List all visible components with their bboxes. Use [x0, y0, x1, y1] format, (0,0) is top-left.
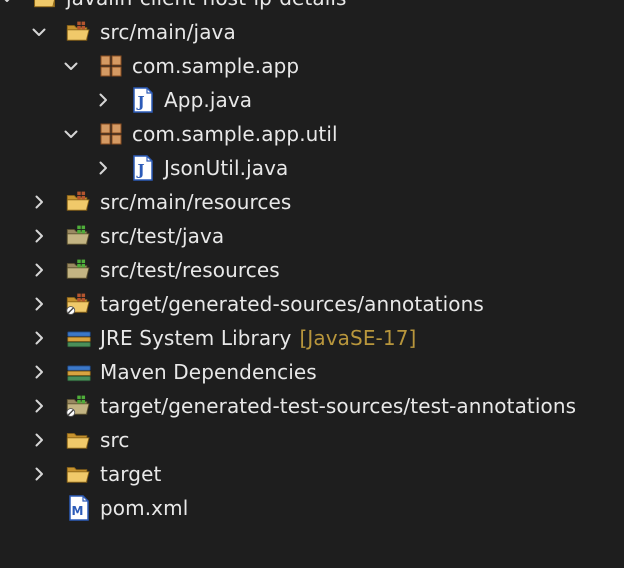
chevron-right-icon[interactable]: [94, 91, 112, 109]
test-source-folder-icon: [66, 258, 92, 282]
chevron-right-icon[interactable]: [30, 363, 48, 381]
java-file-icon: J: [130, 87, 156, 113]
folder-icon: [66, 462, 92, 486]
chevron-right-icon[interactable]: [30, 465, 48, 483]
package-icon: [98, 54, 124, 78]
chevron-right-icon[interactable]: [30, 329, 48, 347]
java-file-icon: J: [130, 155, 156, 181]
tree-item-label: target/generated-sources/annotations: [100, 287, 484, 321]
tree-item-text: src/main/resources: [100, 190, 292, 214]
tree-item-label: JRE System Library [JavaSE-17]: [100, 321, 416, 355]
library-icon: [66, 360, 92, 384]
chevron-right-icon[interactable]: [30, 193, 48, 211]
tree-item-app-java[interactable]: J App.java: [0, 83, 624, 117]
tree-item-text: src/test/java: [100, 224, 225, 248]
tree-item-text: target/generated-test-sources/test-annot…: [100, 394, 577, 418]
tree-item-text: javalin-client-host-ip-details: [66, 0, 347, 10]
tree-item-src-main-resources[interactable]: src/main/resources: [0, 185, 624, 219]
tree-item-label: src: [100, 423, 130, 457]
tree-item-text: target: [100, 462, 162, 486]
package-icon: [98, 122, 124, 146]
chevron-right-icon[interactable]: [30, 397, 48, 415]
generated-source-folder-icon: [66, 292, 92, 316]
source-folder-icon: [66, 20, 92, 44]
source-folder-icon: [66, 190, 92, 214]
tree-item-target[interactable]: target: [0, 457, 624, 491]
svg-text:J: J: [136, 161, 145, 179]
tree-item-label: pom.xml: [100, 491, 188, 525]
tree-item-text: JsonUtil.java: [164, 156, 289, 180]
test-source-folder-icon: [66, 224, 92, 248]
tree-item-gen-test-sources[interactable]: target/generated-test-sources/test-annot…: [0, 389, 624, 423]
folder-icon: [66, 428, 92, 452]
tree-item-label: src/main/java: [100, 15, 236, 49]
chevron-right-icon[interactable]: [30, 431, 48, 449]
tree-item-label: Maven Dependencies: [100, 355, 317, 389]
tree-item-project[interactable]: MJ javalin-client-host-ip-details: [0, 0, 624, 15]
tree-item-pkg-util[interactable]: com.sample.app.util: [0, 117, 624, 151]
tree-item-maven-deps[interactable]: Maven Dependencies: [0, 355, 624, 389]
tree-item-jre[interactable]: JRE System Library [JavaSE-17]: [0, 321, 624, 355]
tree-item-decoration: [JavaSE-17]: [299, 326, 417, 350]
tree-item-label: target: [100, 457, 161, 491]
svg-text:M: M: [72, 504, 84, 518]
tree-item-label: src/test/resources: [100, 253, 280, 287]
tree-item-pkg-app[interactable]: com.sample.app: [0, 49, 624, 83]
chevron-down-icon[interactable]: [62, 125, 80, 143]
tree-item-text: com.sample.app: [132, 54, 300, 78]
tree-item-label: com.sample.app: [132, 49, 299, 83]
tree-item-text: src/main/java: [100, 20, 236, 44]
tree-item-text: src/test/resources: [100, 258, 280, 282]
maven-project-icon: MJ: [32, 0, 58, 10]
tree-item-label: target/generated-test-sources/test-annot…: [100, 389, 576, 423]
tree-item-src-test-java[interactable]: src/test/java: [0, 219, 624, 253]
tree-item-label: src/main/resources: [100, 185, 291, 219]
tree-item-label: App.java: [164, 83, 252, 117]
tree-item-label: src/test/java: [100, 219, 224, 253]
chevron-right-icon[interactable]: [30, 227, 48, 245]
tree-item-src-main-java[interactable]: src/main/java: [0, 15, 624, 49]
tree-item-src[interactable]: src: [0, 423, 624, 457]
chevron-right-icon[interactable]: [30, 261, 48, 279]
tree-item-gen-sources[interactable]: target/generated-sources/annotations: [0, 287, 624, 321]
tree-item-text: pom.xml: [100, 496, 189, 520]
tree-item-label: javalin-client-host-ip-details: [66, 0, 347, 15]
chevron-down-icon[interactable]: [62, 57, 80, 75]
svg-text:J: J: [136, 93, 145, 111]
chevron-right-icon[interactable]: [30, 295, 48, 313]
project-explorer-tree: MJjavalin-client-host-ip-detailssrc/main…: [0, 0, 624, 525]
tree-item-label: JsonUtil.java: [164, 151, 288, 185]
tree-item-pom[interactable]: Mpom.xml: [0, 491, 624, 525]
chevron-down-icon[interactable]: [0, 0, 16, 7]
tree-item-text: App.java: [164, 88, 253, 112]
library-icon: [66, 326, 92, 350]
tree-item-text: target/generated-sources/annotations: [100, 292, 484, 316]
chevron-down-icon[interactable]: [30, 23, 48, 41]
chevron-right-icon[interactable]: [94, 159, 112, 177]
tree-item-text: com.sample.app.util: [132, 122, 338, 146]
tree-item-text: Maven Dependencies: [100, 360, 317, 384]
tree-item-jsonutil-java[interactable]: J JsonUtil.java: [0, 151, 624, 185]
tree-item-src-test-resources[interactable]: src/test/resources: [0, 253, 624, 287]
tree-item-label: com.sample.app.util: [132, 117, 338, 151]
generated-test-source-folder-icon: [66, 394, 92, 418]
tree-item-text: JRE System Library: [100, 326, 292, 350]
tree-item-text: src: [100, 428, 130, 452]
maven-pom-icon: M: [66, 495, 92, 521]
